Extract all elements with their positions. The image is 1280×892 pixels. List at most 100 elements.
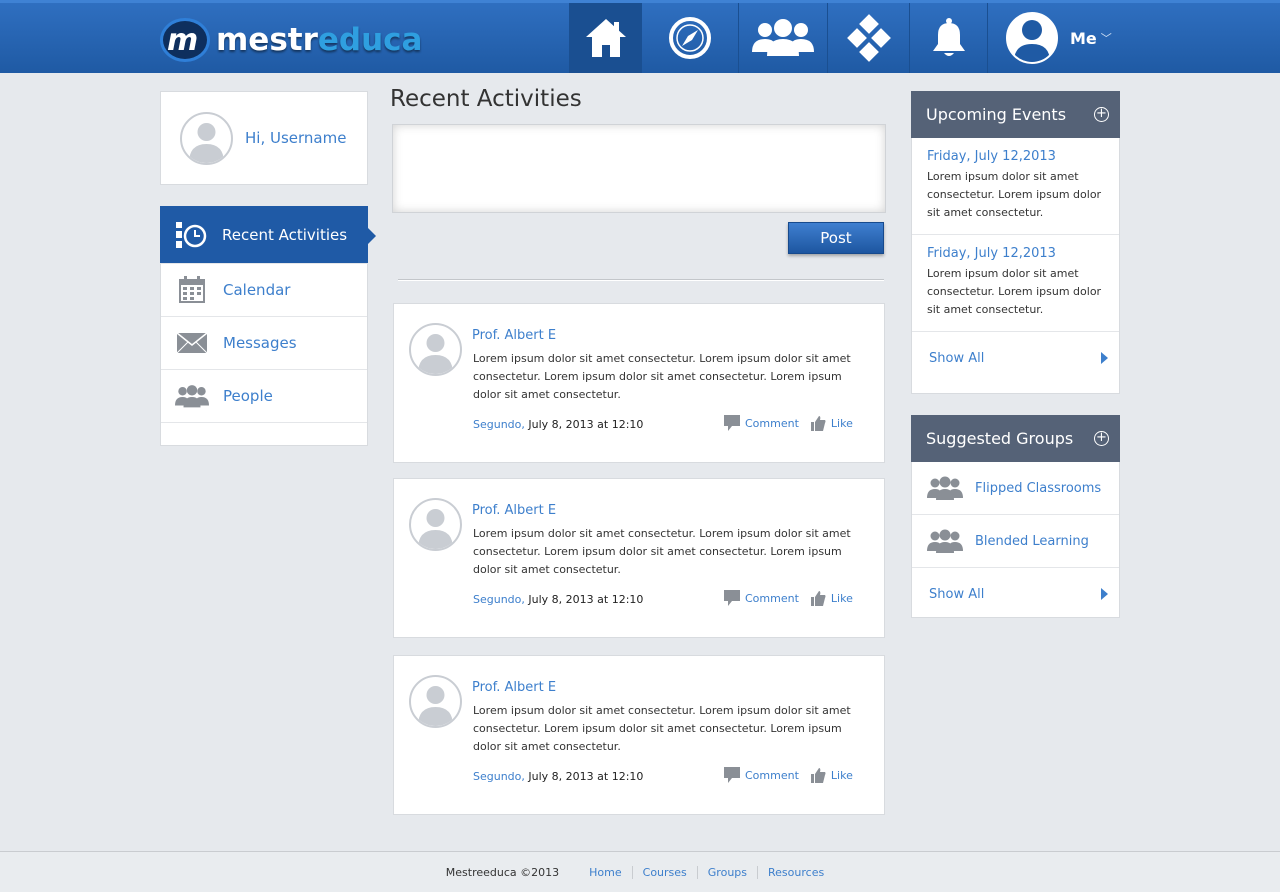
add-group-icon[interactable]: + — [1094, 431, 1109, 446]
footer-link-courses[interactable]: Courses — [631, 865, 697, 879]
compass-icon — [669, 17, 711, 59]
sidebar-item-messages[interactable]: Messages — [161, 317, 367, 370]
comment-button[interactable]: Comment — [724, 767, 799, 783]
user-avatar-small[interactable] — [180, 111, 233, 165]
like-label: Like — [830, 416, 853, 430]
profile-card: Hi, Username — [160, 91, 368, 185]
add-event-icon[interactable]: + — [1094, 107, 1109, 122]
chevron-down-icon: ﹀ — [1100, 32, 1112, 45]
activity-text: Lorem ipsum dolor sit amet consectetur. … — [473, 704, 851, 753]
activity-poster[interactable]: Segundo, — [473, 593, 525, 606]
comment-icon — [724, 590, 740, 606]
me-label: Me — [1070, 28, 1097, 48]
post-button[interactable]: Post — [788, 222, 884, 254]
sidebar-item-recent-activities[interactable]: Recent Activities — [160, 206, 376, 264]
activity-actions: Comment Like — [724, 767, 865, 783]
show-all-label: Show All — [929, 586, 985, 602]
nav-me[interactable]: Me ﹀ — [987, 3, 1280, 73]
group-name: Blended Learning — [975, 533, 1089, 549]
greeting[interactable]: Hi, Username — [245, 129, 346, 147]
avatar-placeholder-icon — [418, 686, 453, 726]
activity-actions: Comment Like — [724, 415, 865, 431]
show-all-label: Show All — [929, 350, 985, 366]
activity-time: July 8, 2013 at 12:10 — [528, 770, 644, 783]
nav-home[interactable] — [569, 3, 641, 73]
sidebar-item-label: Calendar — [223, 281, 291, 299]
activity-meta: Segundo, July 8, 2013 at 12:10 — [473, 418, 643, 431]
avatar-placeholder-icon — [189, 122, 224, 163]
comment-button[interactable]: Comment — [724, 590, 799, 606]
comment-icon — [724, 767, 740, 783]
post-input[interactable] — [392, 124, 886, 213]
footer-link-resources[interactable]: Resources — [757, 865, 834, 879]
sidebar-item-label: Messages — [223, 334, 297, 352]
nav-apps[interactable] — [827, 3, 909, 73]
like-button[interactable]: Like — [810, 415, 853, 431]
sidebar-menu: Recent Activities Calendar Messages Peop… — [160, 206, 376, 446]
show-all-events-link[interactable]: Show All — [912, 332, 1119, 384]
author-avatar[interactable] — [409, 675, 462, 728]
activity-time: July 8, 2013 at 12:10 — [528, 418, 644, 431]
activity-card: Prof. Albert E Lorem ipsum dolor sit ame… — [393, 303, 885, 463]
activity-author[interactable]: Prof. Albert E — [472, 503, 556, 518]
thumbs-up-icon — [810, 415, 826, 431]
comment-label: Comment — [745, 591, 799, 605]
apps-diamond-icon — [846, 14, 891, 62]
author-avatar[interactable] — [409, 498, 462, 551]
show-all-groups-link[interactable]: Show All — [912, 568, 1119, 620]
group-item[interactable]: Blended Learning — [912, 515, 1119, 568]
event-item[interactable]: Friday, July 12,2013 Lorem ipsum dolor s… — [912, 235, 1119, 332]
upcoming-events-panel: Upcoming Events + Friday, July 12,2013 L… — [911, 91, 1120, 394]
activity-meta: Segundo, July 8, 2013 at 12:10 — [473, 770, 643, 783]
sidebar-item-label: Recent Activities — [222, 225, 348, 244]
users-icon — [752, 19, 814, 56]
avatar-placeholder-icon — [1014, 20, 1050, 62]
like-label: Like — [830, 591, 853, 605]
comment-button[interactable]: Comment — [724, 415, 799, 431]
bell-icon — [932, 18, 965, 56]
logo[interactable]: m mestreduca — [160, 17, 422, 63]
event-item[interactable]: Friday, July 12,2013 Lorem ipsum dolor s… — [912, 138, 1119, 235]
event-date: Friday, July 12,2013 — [927, 246, 1056, 261]
nav-explore[interactable] — [641, 3, 738, 73]
author-avatar[interactable] — [409, 323, 462, 376]
event-description: Lorem ipsum dolor sit amet consectetur. … — [927, 170, 1102, 219]
thumbs-up-icon — [810, 767, 826, 783]
nav-community[interactable] — [738, 3, 827, 73]
suggested-groups-panel: Suggested Groups + Flipped Classrooms Bl… — [911, 415, 1120, 618]
activity-author[interactable]: Prof. Albert E — [472, 680, 556, 695]
activity-author[interactable]: Prof. Albert E — [472, 328, 556, 343]
sidebar-item-calendar[interactable]: Calendar — [161, 264, 367, 317]
arrow-right-icon — [1101, 352, 1108, 364]
activity-poster[interactable]: Segundo, — [473, 418, 525, 431]
event-date: Friday, July 12,2013 — [927, 149, 1056, 164]
group-icon — [927, 529, 963, 553]
like-button[interactable]: Like — [810, 767, 853, 783]
activity-meta: Segundo, July 8, 2013 at 12:10 — [473, 593, 643, 606]
avatar-placeholder-icon — [418, 509, 453, 549]
logo-mark-icon: m — [160, 18, 210, 62]
logo-text: mestreduca — [216, 22, 423, 58]
group-item[interactable]: Flipped Classrooms — [912, 462, 1119, 515]
activity-poster[interactable]: Segundo, — [473, 770, 525, 783]
comment-label: Comment — [745, 416, 799, 430]
people-icon — [175, 381, 209, 411]
group-name: Flipped Classrooms — [975, 480, 1102, 496]
top-navigation-bar: m mestreduca Me ﹀ — [0, 0, 1280, 73]
footer-link-home[interactable]: Home — [579, 866, 631, 879]
footer-link-groups[interactable]: Groups — [696, 865, 757, 879]
envelope-icon — [175, 328, 209, 358]
divider — [398, 279, 884, 281]
panel-header: Upcoming Events + — [911, 91, 1120, 138]
panel-header: Suggested Groups + — [911, 415, 1120, 462]
activity-actions: Comment Like — [724, 590, 865, 606]
main-nav: Me ﹀ — [569, 3, 1280, 73]
panel-title: Suggested Groups — [926, 429, 1074, 448]
calendar-icon — [175, 275, 209, 305]
page-title: Recent Activities — [390, 86, 582, 112]
activity-text: Lorem ipsum dolor sit amet consectetur. … — [473, 352, 851, 401]
nav-notifications[interactable] — [909, 3, 987, 73]
sidebar-item-people[interactable]: People — [161, 370, 367, 423]
like-button[interactable]: Like — [810, 590, 853, 606]
thumbs-up-icon — [810, 590, 826, 606]
